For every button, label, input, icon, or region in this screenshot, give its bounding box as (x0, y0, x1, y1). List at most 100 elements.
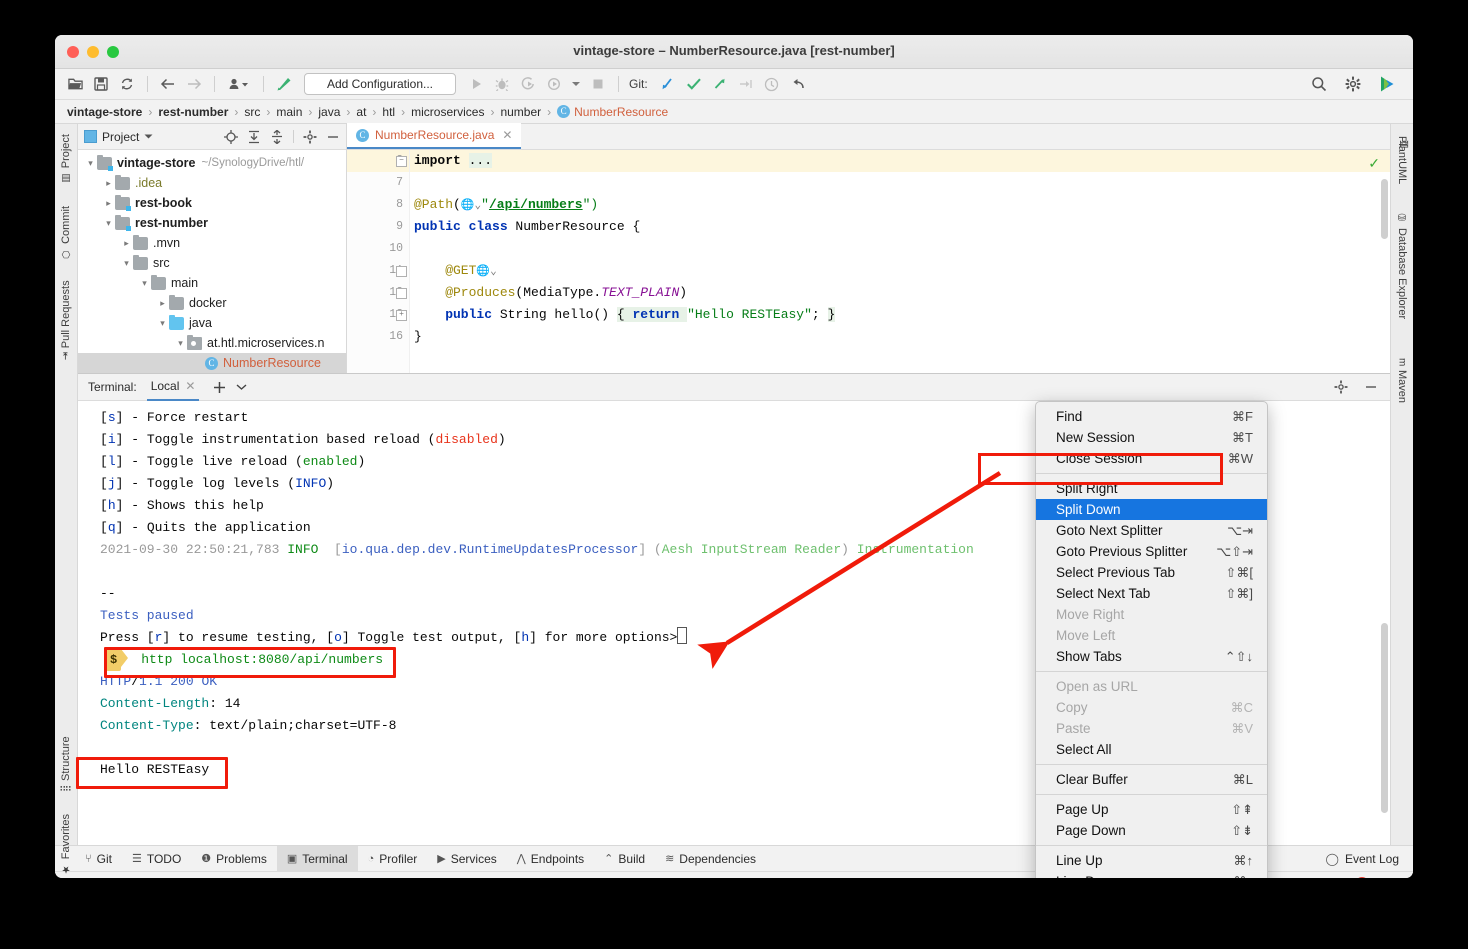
menu-item[interactable]: Page Down ⇧⇟ (1036, 820, 1267, 841)
chevron-down-icon[interactable] (144, 133, 153, 140)
menu-item[interactable]: Line Down ⌘↓ (1036, 871, 1267, 879)
navigate-forward-icon[interactable] (182, 73, 206, 95)
locate-target-icon[interactable] (224, 129, 238, 144)
chevron-down-icon[interactable]: ▾ (102, 218, 115, 229)
new-session-plus-icon[interactable] (213, 381, 226, 394)
menu-item[interactable]: Split Right (1036, 478, 1267, 499)
project-tree[interactable]: ▾ vintage-store ~/SynologyDrive/htl/ ▸ .idea… (78, 150, 346, 373)
sidebar-item-favorites[interactable]: ★ Favorites (55, 810, 77, 878)
menu-item[interactable]: Goto Next Splitter ⌥⇥ (1036, 520, 1267, 541)
code-fold-icon[interactable]: − (396, 156, 407, 167)
globe-gutter-icon[interactable]: 🌐⌄ (461, 200, 481, 212)
breadcrumb-item[interactable]: src (244, 105, 260, 119)
code-line[interactable]: + public String hello() { return "Hello … (396, 304, 1390, 326)
code-line[interactable] (410, 172, 1390, 194)
code-line[interactable]: public class NumberResource { (410, 216, 1390, 238)
breadcrumb-item[interactable]: at (356, 105, 366, 119)
chevron-down-icon[interactable] (236, 383, 247, 391)
debug-icon[interactable] (490, 73, 514, 95)
profile-run-icon[interactable] (542, 73, 566, 95)
git-branch-widget[interactable]: main (1269, 878, 1310, 879)
breadcrumb-file[interactable]: C NumberResource (557, 105, 668, 119)
code-line[interactable]: − import ... (396, 150, 1390, 172)
close-session-icon[interactable]: ✕ (185, 379, 195, 393)
tree-node[interactable]: ▾ java (78, 313, 346, 333)
menu-item[interactable]: New Session ⌘T (1036, 427, 1267, 448)
project-pane-title-group[interactable]: Project (84, 130, 153, 144)
terminal-context-menu[interactable]: Find ⌘F New Session ⌘T Close Session ⌘W Split … (1035, 401, 1268, 878)
tree-node[interactable]: ▸ .idea (78, 173, 346, 193)
bottom-tab-services[interactable]: ▶ Services (427, 846, 506, 871)
bottom-tab-build[interactable]: ⌃ Build (594, 846, 655, 871)
code-line[interactable]: @Path(🌐⌄"/api/numbers") (410, 194, 1390, 216)
chevron-down-icon[interactable]: ▾ (156, 318, 169, 329)
lock-icon[interactable] (1326, 878, 1339, 879)
menu-item[interactable]: Select All (1036, 739, 1267, 760)
menu-item[interactable]: Select Previous Tab ⇧⌘[ (1036, 562, 1267, 583)
sidebar-item-commit[interactable]: ⎔ Commit (55, 202, 77, 263)
menu-item[interactable]: Line Up ⌘↑ (1036, 850, 1267, 871)
tree-node[interactable]: ▾ main (78, 273, 346, 293)
tab-numberresource-java[interactable]: C NumberResource.java ✕ (347, 123, 522, 149)
menu-item[interactable]: Page Up ⇧⇞ (1036, 799, 1267, 820)
inspection-warning-icon[interactable]: ! (1355, 876, 1371, 878)
menu-item[interactable]: Clear Buffer ⌘L (1036, 769, 1267, 790)
breadcrumb-item[interactable]: microservices (411, 105, 484, 119)
editor-scrollbar[interactable] (1378, 175, 1390, 373)
code-area[interactable]: 37891011121316 −import ... @Path(🌐⌄"/api/… (347, 150, 1390, 373)
chevron-down-icon[interactable]: ▾ (84, 158, 97, 169)
menu-item[interactable]: Select Next Tab ⇧⌘] (1036, 583, 1267, 604)
globe-gutter-icon[interactable]: 🌐⌄ (476, 266, 496, 278)
git-rollback-icon[interactable] (734, 73, 758, 95)
breadcrumb-item[interactable]: htl (382, 105, 395, 119)
bottom-tab-dependencies[interactable]: ≋ Dependencies (655, 846, 766, 871)
code-line[interactable] (410, 238, 1390, 260)
history-clock-icon[interactable] (760, 73, 784, 95)
save-all-icon[interactable] (89, 73, 113, 95)
terminal-tab-local[interactable]: Local ✕ (146, 374, 200, 401)
editor-gutter[interactable]: 37891011121316 (347, 150, 410, 373)
chevron-down-icon[interactable]: ▾ (174, 338, 187, 349)
stop-icon[interactable] (586, 73, 610, 95)
tree-node[interactable]: ▾ src (78, 253, 346, 273)
menu-item[interactable]: Find ⌘F (1036, 406, 1267, 427)
add-configuration-button[interactable]: Add Configuration... (304, 73, 456, 95)
breadcrumb-item[interactable]: vintage-store (67, 105, 142, 119)
tree-node[interactable]: ▸ rest-book (78, 193, 346, 213)
search-icon[interactable] (1307, 73, 1331, 95)
tree-node[interactable]: ▾ vintage-store ~/SynologyDrive/htl/ (78, 153, 346, 173)
sidebar-item-plantuml[interactable]: 🜲 PlantUML (1391, 128, 1413, 188)
chevron-right-icon[interactable]: ▸ (156, 298, 169, 309)
tree-node[interactable]: ▸ .mvn (78, 233, 346, 253)
code-line[interactable]: @Produces(MediaType.TEXT_PLAIN) (396, 282, 1390, 304)
code-fold-icon[interactable]: + (396, 310, 407, 321)
terminal-scrollbar[interactable] (1381, 623, 1388, 813)
editor-code[interactable]: − import ... @Path(🌐⌄"/api/numbers") public… (396, 150, 1390, 373)
chevron-right-icon[interactable]: ▸ (120, 238, 133, 249)
code-line[interactable]: @GET🌐⌄ (396, 260, 1390, 282)
settings-gear-icon[interactable] (1334, 380, 1348, 394)
git-commit-icon[interactable] (682, 73, 706, 95)
tree-node[interactable]: ▸ docker (78, 293, 346, 313)
sidebar-item-project[interactable]: ▤ Project (55, 130, 77, 187)
sidebar-item-maven[interactable]: m Maven (1391, 354, 1413, 407)
sidebar-item-structure[interactable]: ⣿ Structure (55, 732, 77, 796)
code-fold-icon[interactable] (396, 288, 407, 299)
undo-icon[interactable] (786, 73, 810, 95)
code-fold-icon[interactable] (396, 266, 407, 277)
git-update-icon[interactable] (656, 73, 680, 95)
sidebar-item-database-explorer[interactable]: ⛁ Database Explorer (1391, 209, 1413, 323)
update-project-icon[interactable] (272, 73, 296, 95)
chevron-down-icon[interactable]: ▾ (120, 258, 133, 269)
menu-item[interactable]: Show Tabs ⌃⇧↓ (1036, 646, 1267, 667)
bottom-tab-git[interactable]: ⑂ Git (75, 846, 122, 871)
sync-refresh-icon[interactable] (115, 73, 139, 95)
bottom-tab-todo[interactable]: ☰ TODO (122, 846, 191, 871)
settings-gear-icon[interactable] (1341, 73, 1365, 95)
sidebar-item-pull-requests[interactable]: ⇥ Pull Requests (55, 276, 77, 364)
profile-dropdown-icon[interactable] (223, 73, 255, 95)
collapse-all-icon[interactable] (270, 129, 284, 144)
breadcrumb-item[interactable]: number (500, 105, 541, 119)
error-badge-icon[interactable]: ! (1387, 877, 1401, 878)
event-log-button[interactable]: ◯ Event Log (1326, 852, 1413, 866)
